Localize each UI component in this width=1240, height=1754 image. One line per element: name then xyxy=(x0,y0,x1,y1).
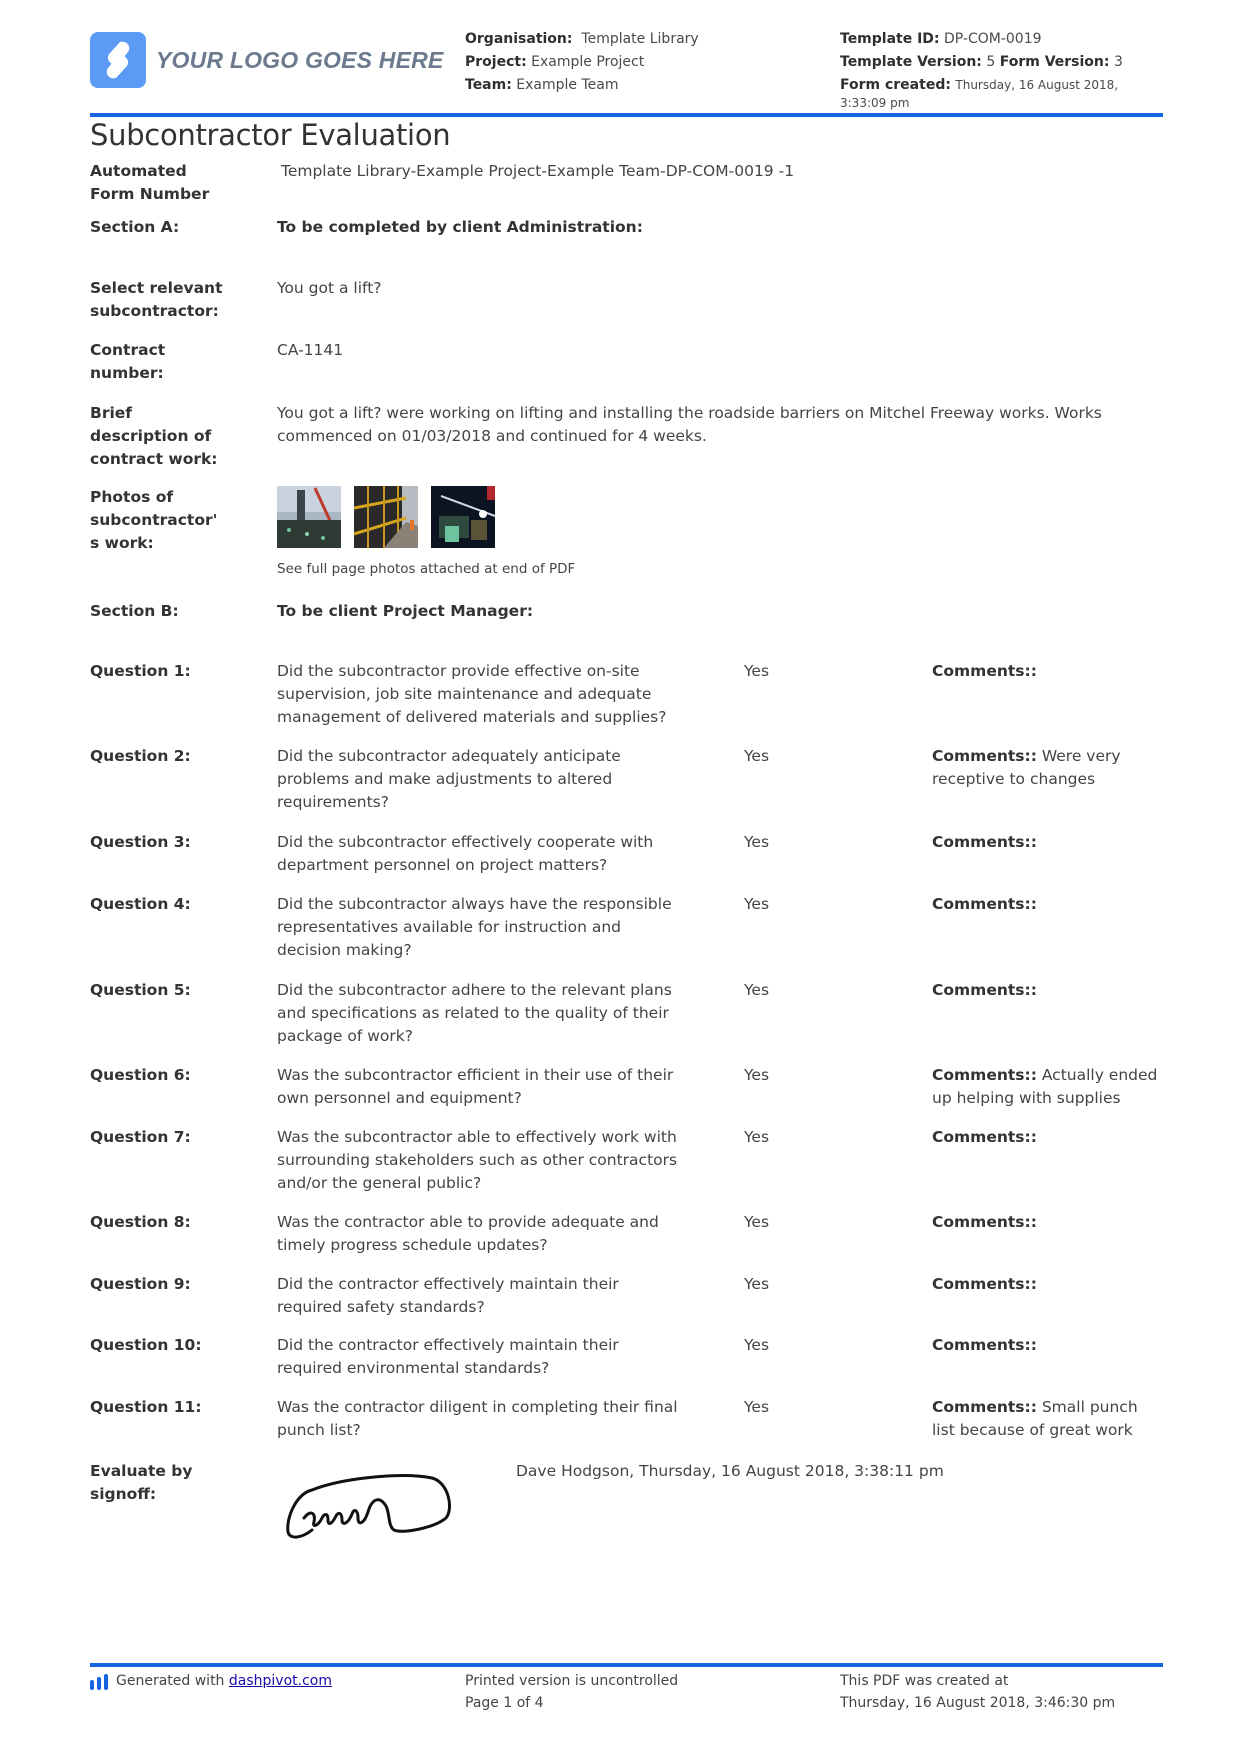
question-comment: Comments:: xyxy=(932,1275,1037,1293)
question-answer: Yes xyxy=(744,833,770,851)
logo-text: YOUR LOGO GOES HERE xyxy=(156,46,444,73)
team-line: Team: Example Team xyxy=(465,77,619,93)
question-comment: Comments:: Actually ended up helping wit… xyxy=(932,1066,1158,1107)
question-answer: Yes xyxy=(744,895,770,913)
description-label: Brief description of contract work: xyxy=(90,404,218,468)
question-label: Question 11: xyxy=(90,1398,202,1416)
photos-caption: See full page photos attached at end of … xyxy=(277,561,576,577)
footer-pdf-info: This PDF was created at Thursday, 16 Aug… xyxy=(840,1670,1115,1714)
template-id-value: DP-COM-0019 xyxy=(943,31,1042,47)
form-number-label: Automated Form Number xyxy=(90,162,210,203)
question-text: Did the subcontractor provide effective … xyxy=(277,662,667,726)
question-answer: Yes xyxy=(744,1213,770,1231)
document-header: YOUR LOGO GOES HERE Organisation: Templa… xyxy=(90,28,1163,114)
question-label: Question 10: xyxy=(90,1336,202,1354)
question-label: Question 6: xyxy=(90,1066,191,1084)
question-answer: Yes xyxy=(744,1066,770,1084)
subcontractor-value: You got a lift? xyxy=(277,279,382,297)
section-b-heading: To be client Project Manager: xyxy=(277,602,534,620)
form-version-value: 3 xyxy=(1113,54,1123,70)
question-text: Was the contractor able to provide adequ… xyxy=(277,1213,659,1254)
contract-number-label: Contract number: xyxy=(90,341,166,382)
photo-thumbnail-2[interactable] xyxy=(354,486,418,548)
question-text: Did the contractor effectively maintain … xyxy=(277,1275,619,1316)
question-label: Question 3: xyxy=(90,833,191,851)
question-answer: Yes xyxy=(744,662,770,680)
photo-thumbnails xyxy=(277,486,495,548)
question-answer: Yes xyxy=(744,981,770,999)
question-comment: Comments:: xyxy=(932,662,1037,680)
organisation-line: Organisation: Template Library xyxy=(465,31,699,47)
question-text: Did the subcontractor adhere to the rele… xyxy=(277,981,672,1045)
question-label: Question 2: xyxy=(90,747,191,765)
subcontractor-label: Select relevant subcontractor: xyxy=(90,279,223,320)
pdf-created-label: This PDF was created at xyxy=(840,1673,1009,1689)
question-answer: Yes xyxy=(744,1275,770,1293)
photo-thumbnail-3[interactable] xyxy=(431,486,495,548)
generated-with: Generated with dashpivot.com xyxy=(90,1670,332,1697)
question-comment: Comments:: Were very receptive to change… xyxy=(932,747,1121,788)
question-text: Did the subcontractor always have the re… xyxy=(277,895,672,959)
page-title: Subcontractor Evaluation xyxy=(90,118,451,152)
photos-label: Photos of subcontractor' s work: xyxy=(90,488,218,552)
question-answer: Yes xyxy=(744,1128,770,1146)
question-text: Did the subcontractor effectively cooper… xyxy=(277,833,654,874)
project-line: Project: Example Project xyxy=(465,54,645,70)
form-created-line: Form created: Thursday, 16 August 2018, … xyxy=(840,77,1119,110)
footer-divider xyxy=(90,1663,1163,1667)
question-text: Was the subcontractor able to effectivel… xyxy=(277,1128,678,1192)
section-a-heading: To be completed by client Administration… xyxy=(277,218,643,236)
header-divider xyxy=(90,113,1163,117)
question-label: Question 7: xyxy=(90,1128,191,1146)
page-indicator: Page 1 of 4 xyxy=(465,1695,544,1711)
question-comment: Comments:: xyxy=(932,895,1037,913)
header-template-info: Template ID: DP-COM-0019 Template Versio… xyxy=(840,28,1160,112)
photo-thumbnail-1[interactable] xyxy=(277,486,341,548)
header-project-info: Organisation: Template Library Project: … xyxy=(465,28,699,97)
dashpivot-logo-icon xyxy=(90,1674,110,1697)
question-label: Question 5: xyxy=(90,981,191,999)
question-label: Question 8: xyxy=(90,1213,191,1231)
company-logo: YOUR LOGO GOES HERE xyxy=(90,32,444,88)
question-text: Was the contractor diligent in completin… xyxy=(277,1398,678,1439)
printed-notice: Printed version is uncontrolled xyxy=(465,1673,679,1689)
question-label: Question 4: xyxy=(90,895,191,913)
section-b-label: Section B: xyxy=(90,602,179,620)
description-value: You got a lift? were working on lifting … xyxy=(277,404,1102,445)
version-line: Template Version: 5 Form Version: 3 xyxy=(840,54,1123,70)
form-number-value: Template Library-Example Project-Example… xyxy=(281,162,795,180)
question-text: Was the subcontractor efficient in their… xyxy=(277,1066,674,1107)
project-value: Example Project xyxy=(531,54,645,70)
question-comment: Comments:: xyxy=(932,833,1037,851)
dashpivot-link[interactable]: dashpivot.com xyxy=(229,1670,332,1692)
question-answer: Yes xyxy=(744,1398,770,1416)
question-comment: Comments:: xyxy=(932,1213,1037,1231)
logo-icon xyxy=(90,32,146,88)
question-answer: Yes xyxy=(744,747,770,765)
signoff-details: Dave Hodgson, Thursday, 16 August 2018, … xyxy=(516,1462,944,1480)
contract-number-value: CA-1141 xyxy=(277,341,344,359)
section-a-label: Section A: xyxy=(90,218,180,236)
pdf-created-value: Thursday, 16 August 2018, 3:46:30 pm xyxy=(840,1695,1116,1711)
question-comment: Comments:: xyxy=(932,1128,1037,1146)
question-label: Question 9: xyxy=(90,1275,191,1293)
question-answer: Yes xyxy=(744,1336,770,1354)
question-comment: Comments:: Small punch list because of g… xyxy=(932,1398,1138,1439)
footer-print-info: Printed version is uncontrolled Page 1 o… xyxy=(465,1670,678,1714)
team-value: Example Team xyxy=(516,77,619,93)
signature-image xyxy=(282,1468,452,1551)
question-comment: Comments:: xyxy=(932,1336,1037,1354)
signoff-label: Evaluate by signoff: xyxy=(90,1462,193,1503)
photos-row: Photos of subcontractor' s work: See ful… xyxy=(90,486,1163,586)
question-text: Did the contractor effectively maintain … xyxy=(277,1336,619,1377)
question-text: Did the subcontractor adequately anticip… xyxy=(277,747,621,811)
question-comment: Comments:: xyxy=(932,981,1037,999)
document-page: YOUR LOGO GOES HERE Organisation: Templa… xyxy=(90,0,1163,1754)
organisation-value: Template Library xyxy=(581,31,699,47)
signoff-row: Evaluate by signoff: Dave Hodgson, Thurs… xyxy=(90,1460,1163,1560)
template-version-value: 5 xyxy=(986,54,996,70)
template-id-line: Template ID: DP-COM-0019 xyxy=(840,31,1042,47)
question-label: Question 1: xyxy=(90,662,191,680)
